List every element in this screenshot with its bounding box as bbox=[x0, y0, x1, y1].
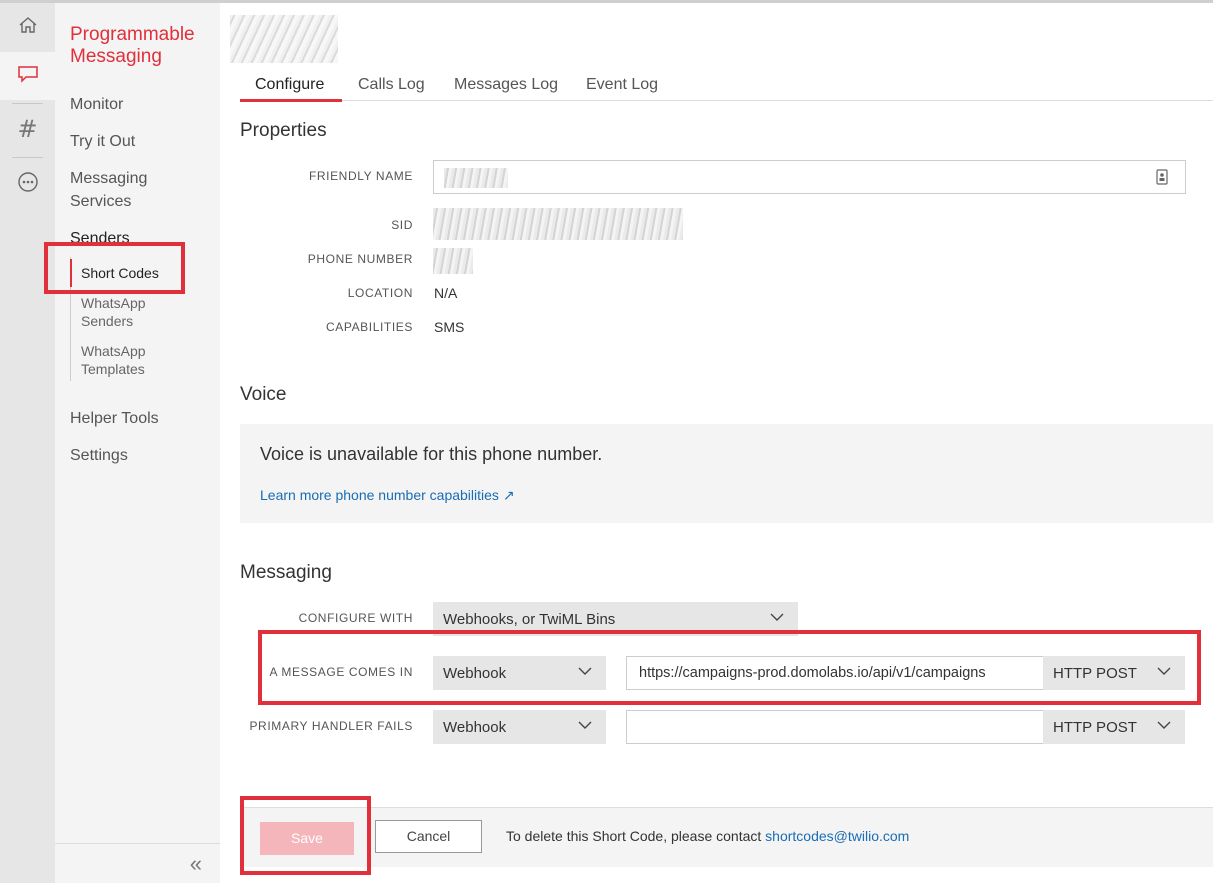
primary-handler-fails-method-select[interactable]: HTTP POST bbox=[1043, 710, 1185, 744]
primary-handler-fails-type-select[interactable]: Webhook bbox=[433, 710, 606, 744]
nav-item-whatsapp-senders[interactable]: WhatsApp Senders bbox=[81, 294, 146, 330]
primary-handler-fails-label: PRIMARY HANDLER FAILS bbox=[249, 719, 413, 733]
double-chevron-left-icon: « bbox=[189, 850, 202, 876]
voice-unavailable-panel: Voice is unavailable for this phone numb… bbox=[240, 424, 1213, 523]
primary-handler-fails-url-input[interactable] bbox=[626, 710, 1044, 744]
voice-unavailable-text: Voice is unavailable for this phone numb… bbox=[260, 444, 603, 464]
redacted-value bbox=[444, 168, 508, 188]
redacted-sid bbox=[433, 208, 683, 240]
voice-heading: Voice bbox=[240, 384, 287, 405]
nav-item-helper-tools[interactable]: Helper Tools bbox=[70, 407, 159, 430]
icon-rail: # bbox=[0, 3, 55, 883]
chevron-down-icon bbox=[770, 610, 784, 628]
sid-label: SID bbox=[391, 218, 413, 232]
main-content: Configure Calls Log Messages Log Event L… bbox=[220, 3, 1213, 883]
nav-item-messaging-services[interactable]: Messaging Services bbox=[70, 167, 147, 213]
tab-configure[interactable]: Configure bbox=[255, 76, 324, 94]
chevron-down-icon bbox=[1157, 718, 1171, 736]
tab-calls-log[interactable]: Calls Log bbox=[358, 76, 425, 94]
capabilities-value: SMS bbox=[434, 319, 465, 335]
shortcodes-email-link[interactable]: shortcodes@twilio.com bbox=[765, 828, 909, 844]
collapse-nav-button[interactable]: « bbox=[55, 843, 220, 883]
nav-title[interactable]: Programmable Messaging bbox=[70, 24, 195, 68]
location-value: N/A bbox=[434, 285, 458, 301]
friendly-name-input[interactable] bbox=[433, 160, 1186, 194]
phone-number-label: PHONE NUMBER bbox=[307, 252, 413, 266]
highlight-short-codes bbox=[44, 242, 185, 294]
chevron-down-icon bbox=[578, 718, 592, 736]
nav-item-whatsapp-templates[interactable]: WhatsApp Templates bbox=[81, 342, 146, 378]
more-icon bbox=[17, 171, 39, 198]
location-label: LOCATION bbox=[347, 286, 413, 300]
nav-item-settings[interactable]: Settings bbox=[70, 444, 128, 467]
messaging-heading: Messaging bbox=[240, 562, 332, 583]
capabilities-label: CAPABILITIES bbox=[325, 320, 413, 334]
active-tab-indicator bbox=[240, 99, 342, 102]
tab-messages-log[interactable]: Messages Log bbox=[454, 76, 558, 94]
nav-item-try-it-out[interactable]: Try it Out bbox=[70, 130, 135, 153]
highlight-save-button bbox=[240, 796, 371, 875]
form-footer: Save Cancel To delete this Short Code, p… bbox=[240, 807, 1213, 867]
rail-more[interactable] bbox=[0, 160, 55, 208]
rail-messaging[interactable] bbox=[0, 52, 55, 100]
chat-icon bbox=[17, 64, 39, 89]
redacted-phone-number bbox=[433, 248, 473, 274]
home-icon bbox=[18, 15, 38, 40]
secondary-nav: Programmable Messaging Monitor Try it Ou… bbox=[55, 3, 220, 883]
redacted-title-image bbox=[230, 15, 338, 63]
hash-icon: # bbox=[17, 115, 38, 143]
delete-short-code-note: To delete this Short Code, please contac… bbox=[506, 828, 910, 844]
learn-more-capabilities-link[interactable]: Learn more phone number capabilities ↗ bbox=[260, 487, 515, 504]
tab-bar: Configure Calls Log Messages Log Event L… bbox=[240, 73, 1213, 102]
tab-event-log[interactable]: Event Log bbox=[586, 76, 658, 94]
contact-card-icon[interactable] bbox=[1155, 169, 1169, 190]
nav-item-monitor[interactable]: Monitor bbox=[70, 93, 123, 116]
highlight-message-comes-in bbox=[258, 630, 1201, 705]
rail-home[interactable] bbox=[0, 3, 55, 51]
configure-with-label: CONFIGURE WITH bbox=[298, 611, 413, 625]
friendly-name-label: FRIENDLY NAME bbox=[308, 169, 413, 183]
rail-numbers[interactable]: # bbox=[0, 105, 55, 153]
properties-heading: Properties bbox=[240, 120, 327, 141]
cancel-button[interactable]: Cancel bbox=[375, 820, 482, 853]
